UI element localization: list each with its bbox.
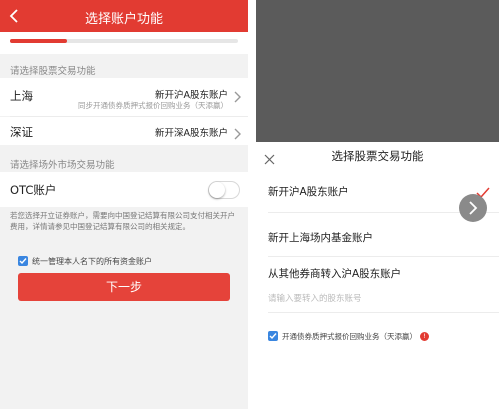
chevron-right-icon [233, 88, 241, 103]
checkbox-checked-icon[interactable] [268, 331, 278, 341]
progress-section [0, 32, 248, 54]
otc-section-label: 请选择场外市场交易功能 [10, 160, 115, 171]
checkbox-label: 统一管理本人名下的所有资金账户 [32, 257, 152, 266]
row-value: 新开深A股东账户 [155, 128, 228, 139]
row-shanghai[interactable]: 上海 新开沪A股东账户 同步开通债券质押式报价回购业务（天添赢） [0, 78, 248, 116]
info-icon[interactable]: ! [420, 332, 429, 341]
checkbox-label: 开通债券质押式报价回购业务（天添赢） [282, 332, 417, 341]
stock-function-sheet-screen: 选择股票交易功能 新开沪A股东账户 新开上海场内基金账户 从其他券商转入沪A股东… [256, 0, 499, 409]
fee-notice: 若您选择开立证券账户，需要向中国登记结算有限公司支付相关开户费用，详情请参见中国… [10, 211, 235, 231]
row-name: 上海 [10, 89, 33, 103]
divider [268, 256, 499, 257]
option-transfer-sh-a-account[interactable]: 从其他券商转入沪A股东账户 [268, 266, 401, 281]
divider [268, 312, 499, 313]
sheet-title: 选择股票交易功能 [331, 149, 424, 163]
next-step-button[interactable]: 下一步 [18, 273, 230, 301]
sheet-header: 选择股票交易功能 [256, 142, 499, 170]
account-function-screen: 选择账户功能 请选择股票交易功能 上海 新开沪A股东账户 同步开通债券质押式报价… [0, 0, 248, 409]
header-bar: 选择账户功能 [0, 0, 248, 32]
row-name: OTC账户 [10, 183, 57, 197]
progress-bar [10, 39, 238, 43]
otc-toggle-switch[interactable] [208, 181, 240, 199]
shareholder-account-input[interactable]: 请输入要转入的股东账号 [268, 292, 362, 304]
arrow-right-icon[interactable] [459, 194, 487, 222]
option-new-sh-a-account[interactable]: 新开沪A股东账户 [268, 184, 349, 199]
row-otc: OTC账户 [0, 172, 248, 207]
progress-fill [10, 39, 67, 43]
row-subtext: 同步开通债券质押式报价回购业务（天添赢） [78, 101, 228, 110]
row-shenzhen[interactable]: 深证 新开深A股东账户 [0, 117, 248, 145]
option-new-sh-fund-account[interactable]: 新开上海场内基金账户 [268, 230, 373, 245]
toggle-knob [209, 182, 225, 198]
modal-overlay[interactable] [256, 0, 499, 142]
chevron-right-icon [233, 125, 241, 140]
checkbox-checked-icon[interactable] [18, 256, 28, 266]
row-value: 新开沪A股东账户 [155, 90, 228, 101]
stock-section-label: 请选择股票交易功能 [10, 66, 96, 77]
row-name: 深证 [10, 125, 33, 139]
page-title: 选择账户功能 [84, 12, 163, 27]
